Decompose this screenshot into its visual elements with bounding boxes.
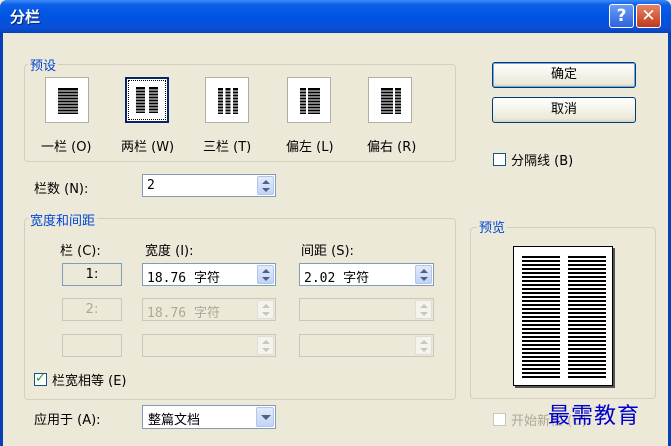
column-count-spinner[interactable]: 2 xyxy=(142,174,276,197)
preset-three-columns-label: 三栏 (T) xyxy=(203,140,252,155)
separator-line-label: 分隔线 (B) xyxy=(511,154,574,169)
spacing-spinner-2 xyxy=(299,298,434,321)
separator-line-checkbox[interactable] xyxy=(493,153,506,166)
width-spacing-group-label: 宽度和间距 xyxy=(28,210,98,229)
checkmark-icon: ✓ xyxy=(35,371,46,386)
spin-down-icon xyxy=(262,188,270,192)
preset-right[interactable] xyxy=(368,77,412,123)
column-count-value: 2 xyxy=(147,178,155,193)
col-header: 栏 (C): xyxy=(60,244,101,259)
spin-down-icon xyxy=(262,348,270,352)
preset-left-label: 偏左 (L) xyxy=(286,140,334,155)
preset-two-columns-label: 两栏 (W) xyxy=(121,140,175,155)
spacing-spinner-3 xyxy=(299,334,434,357)
one-column-icon xyxy=(58,88,78,114)
help-button[interactable]: ? xyxy=(609,4,634,28)
three-columns-icon xyxy=(218,88,238,114)
width-value-2: 18.76 字符 xyxy=(147,306,220,321)
width-spin-buttons-1[interactable] xyxy=(257,265,274,284)
spacing-spin-buttons-2 xyxy=(415,300,432,319)
preset-one-column[interactable] xyxy=(45,77,89,123)
spin-down-icon xyxy=(420,277,428,281)
preset-left[interactable] xyxy=(287,77,331,123)
title-bar: 分栏 ? ✕ xyxy=(0,0,671,33)
spacing-value-1: 2.02 字符 xyxy=(304,271,370,286)
watermark: 最需教育 xyxy=(548,404,641,429)
preview-group-label: 预览 xyxy=(477,217,508,236)
preset-right-label: 偏右 (R) xyxy=(367,140,417,155)
ok-button[interactable]: 确定 xyxy=(492,62,636,88)
width-spinner-2: 18.76 字符 xyxy=(142,298,276,321)
preset-three-columns[interactable] xyxy=(205,77,249,123)
dropdown-arrow[interactable] xyxy=(256,407,274,427)
two-column-preview-icon xyxy=(522,256,606,378)
apply-to-dropdown[interactable]: 整篇文档 xyxy=(142,405,276,429)
spacing-spinner-1[interactable]: 2.02 字符 xyxy=(299,263,434,286)
apply-to-label: 应用于 (A): xyxy=(34,413,101,428)
spin-down-icon xyxy=(420,312,428,316)
width-spinner-3 xyxy=(142,334,276,357)
spin-up-icon xyxy=(262,304,270,308)
column-number-2: 2: xyxy=(62,298,122,321)
column-count-label: 栏数 (N): xyxy=(34,182,89,197)
column-number-1: 1: xyxy=(62,263,122,286)
left-column-icon xyxy=(300,88,320,114)
spin-up-icon xyxy=(420,269,428,273)
column-number-3 xyxy=(62,334,122,357)
spacing-spin-buttons-3 xyxy=(415,336,432,355)
spin-up-icon xyxy=(262,180,270,184)
close-button[interactable]: ✕ xyxy=(636,4,661,28)
spin-down-icon xyxy=(262,277,270,281)
chevron-down-icon xyxy=(261,415,271,420)
presets-group-label: 预设 xyxy=(28,55,59,74)
equal-width-label: 栏宽相等 (E) xyxy=(52,374,127,389)
start-new-column-checkbox xyxy=(493,413,506,426)
width-spinner-1[interactable]: 18.76 字符 xyxy=(142,263,276,286)
preset-two-columns[interactable] xyxy=(125,77,169,123)
width-spin-buttons-3 xyxy=(257,336,274,355)
two-columns-icon xyxy=(136,87,158,113)
equal-width-checkbox[interactable]: ✓ xyxy=(34,371,47,386)
spin-up-icon xyxy=(420,340,428,344)
preset-one-column-label: 一栏 (O) xyxy=(41,140,92,155)
right-column-icon xyxy=(381,88,401,114)
spin-down-icon xyxy=(420,348,428,352)
apply-to-value: 整篇文档 xyxy=(148,413,201,428)
spin-down-icon xyxy=(262,312,270,316)
spacing-spin-buttons-1[interactable] xyxy=(415,265,432,284)
width-header: 宽度 (I): xyxy=(145,244,194,259)
spin-up-icon xyxy=(262,340,270,344)
width-value-1: 18.76 字符 xyxy=(147,271,220,286)
spin-up-icon xyxy=(420,304,428,308)
spacing-header: 间距 (S): xyxy=(301,244,354,259)
column-count-spin-buttons[interactable] xyxy=(257,176,274,195)
window-title: 分栏 xyxy=(10,8,41,26)
preview-page xyxy=(513,246,613,386)
spin-up-icon xyxy=(262,269,270,273)
cancel-button[interactable]: 取消 xyxy=(492,97,636,123)
width-spin-buttons-2 xyxy=(257,300,274,319)
